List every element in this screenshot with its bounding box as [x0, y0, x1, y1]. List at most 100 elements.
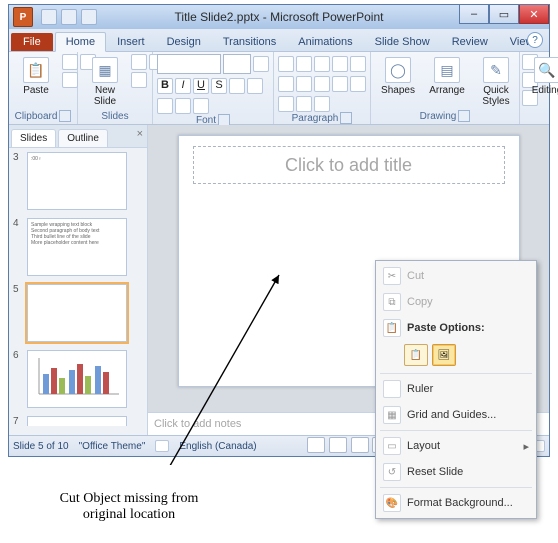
character-spacing-icon[interactable]: [247, 78, 263, 94]
shapes-button[interactable]: ◯ Shapes: [375, 54, 421, 99]
paste-icon: 📋: [383, 319, 401, 337]
bullets-icon[interactable]: [278, 56, 294, 72]
paragraph-launcher-icon[interactable]: [340, 112, 352, 124]
ctx-format-background[interactable]: 🎨 Format Background...: [378, 490, 534, 516]
smartart-icon[interactable]: [314, 96, 330, 112]
paste-option-theme[interactable]: 📋: [404, 344, 428, 366]
sorter-view-icon[interactable]: [329, 437, 347, 453]
thumb-number: 6: [13, 350, 23, 361]
quick-styles-icon: ✎: [483, 57, 509, 83]
font-color-icon[interactable]: [157, 98, 173, 114]
paste-option-picture[interactable]: 🖼: [432, 344, 456, 366]
thumbnail-list[interactable]: 3 :00♀ 4 Sample wrapping text block Seco…: [9, 148, 147, 435]
thumb-4[interactable]: Sample wrapping text block Second paragr…: [27, 218, 127, 276]
copy-icon: ⧉: [383, 293, 401, 311]
tab-slideshow[interactable]: Slide Show: [364, 32, 441, 51]
thumb-7[interactable]: [27, 416, 127, 426]
editing-button[interactable]: 🔍 Editing: [524, 54, 558, 99]
tab-insert[interactable]: Insert: [106, 32, 156, 51]
tab-file[interactable]: File: [11, 33, 53, 51]
bold-icon[interactable]: B: [157, 78, 173, 94]
strike-icon[interactable]: S: [211, 78, 227, 94]
italic-icon[interactable]: I: [175, 78, 191, 94]
help-icon[interactable]: ?: [527, 32, 543, 48]
layout-icon: ▭: [383, 437, 401, 455]
arrange-label: Arrange: [429, 85, 465, 96]
ctx-ruler[interactable]: Ruler: [378, 376, 534, 402]
arrange-button[interactable]: ▤ Arrange: [424, 54, 470, 99]
text-direction-icon[interactable]: [278, 96, 294, 112]
thumb-row[interactable]: 5: [13, 284, 143, 342]
qat-undo-icon[interactable]: [61, 9, 77, 25]
columns-icon[interactable]: [350, 76, 366, 92]
thumb-row[interactable]: 7: [13, 416, 143, 427]
paste-button[interactable]: 📋 Paste: [13, 54, 59, 99]
font-name-combo[interactable]: [157, 54, 221, 74]
reading-view-icon[interactable]: [351, 437, 369, 453]
align-center-icon[interactable]: [296, 76, 312, 92]
drawing-launcher-icon[interactable]: [458, 110, 470, 122]
qat-save-icon[interactable]: [41, 9, 57, 25]
justify-icon[interactable]: [332, 76, 348, 92]
section-icon[interactable]: [131, 72, 147, 88]
thumb-5[interactable]: [27, 284, 127, 342]
layout-icon[interactable]: [131, 54, 147, 70]
numbering-icon[interactable]: [296, 56, 312, 72]
ctx-layout[interactable]: ▭ Layout ▸: [378, 433, 534, 459]
normal-view-icon[interactable]: [307, 437, 325, 453]
change-case-icon[interactable]: [175, 98, 191, 114]
align-left-icon[interactable]: [278, 76, 294, 92]
title-placeholder[interactable]: Click to add title: [193, 146, 505, 184]
qat-redo-icon[interactable]: [81, 9, 97, 25]
tab-transitions[interactable]: Transitions: [212, 32, 287, 51]
app-icon: P: [13, 7, 33, 27]
clipboard-launcher-icon[interactable]: [59, 110, 71, 122]
separator: [380, 487, 532, 488]
line-spacing-icon[interactable]: [350, 56, 366, 72]
thumb-row[interactable]: 4 Sample wrapping text block Second para…: [13, 218, 143, 276]
status-language[interactable]: English (Canada): [179, 441, 256, 452]
thumb-row[interactable]: 3 :00♀: [13, 152, 143, 210]
tab-slides-thumb[interactable]: Slides: [11, 129, 56, 147]
tab-outline[interactable]: Outline: [58, 129, 108, 147]
maximize-button[interactable]: ▭: [489, 5, 519, 24]
title-bar: P Title Slide2.pptx - Microsoft PowerPoi…: [9, 5, 549, 29]
tab-design[interactable]: Design: [156, 32, 212, 51]
shapes-icon: ◯: [385, 57, 411, 83]
new-slide-button[interactable]: ▦ New Slide: [82, 54, 128, 110]
quick-styles-button[interactable]: ✎ Quick Styles: [473, 54, 519, 110]
thumb-3[interactable]: :00♀: [27, 152, 127, 210]
slides-pane: Slides Outline × 3 :00♀ 4 Sample wrappin…: [9, 125, 148, 435]
thumb-number: 4: [13, 218, 23, 229]
thumb-row[interactable]: 6: [13, 350, 143, 408]
font-size-combo[interactable]: [223, 54, 251, 74]
increase-indent-icon[interactable]: [332, 56, 348, 72]
new-slide-icon: ▦: [92, 57, 118, 83]
close-pane-icon[interactable]: ×: [137, 128, 143, 140]
context-menu: ✂ Cut ⧉ Copy 📋 Paste Options: 📋 🖼 Ruler …: [375, 260, 537, 519]
quick-styles-label: Quick Styles: [482, 85, 509, 107]
thumb-number: 3: [13, 152, 23, 163]
underline-icon[interactable]: U: [193, 78, 209, 94]
group-slides: ▦ New Slide Slides: [78, 52, 153, 124]
tab-home[interactable]: Home: [55, 32, 106, 52]
minimize-button[interactable]: –: [459, 5, 489, 24]
ctx-reset-slide[interactable]: ↺ Reset Slide: [378, 459, 534, 485]
clear-format-icon[interactable]: [193, 98, 209, 114]
align-right-icon[interactable]: [314, 76, 330, 92]
spellcheck-icon[interactable]: [155, 440, 169, 452]
align-text-icon[interactable]: [296, 96, 312, 112]
close-button[interactable]: ✕: [519, 5, 549, 24]
format-painter-icon[interactable]: [62, 72, 78, 88]
cut-icon[interactable]: [62, 54, 78, 70]
tab-review[interactable]: Review: [441, 32, 499, 51]
shadow-icon[interactable]: [229, 78, 245, 94]
tab-animations[interactable]: Animations: [287, 32, 363, 51]
grow-font-icon[interactable]: [253, 56, 269, 72]
group-label-drawing: Drawing: [375, 110, 515, 124]
thumb-6[interactable]: [27, 350, 127, 408]
ruler-icon: [383, 380, 401, 398]
ctx-cut: ✂ Cut: [378, 263, 534, 289]
ctx-grid-guides[interactable]: ▦ Grid and Guides...: [378, 402, 534, 428]
decrease-indent-icon[interactable]: [314, 56, 330, 72]
